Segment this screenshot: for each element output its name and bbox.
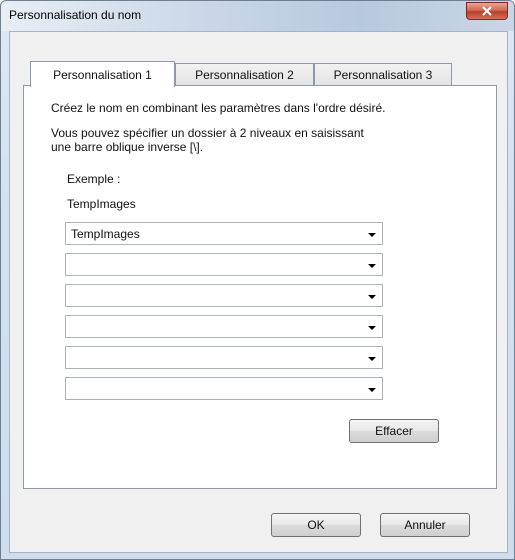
tab-personnalisation-2[interactable]: Personnalisation 2 bbox=[175, 63, 314, 85]
dialog-window: Personnalisation du nom Personnalisation… bbox=[0, 0, 515, 560]
tab-personnalisation-1[interactable]: Personnalisation 1 bbox=[30, 61, 175, 87]
name-part-dropdown-2[interactable] bbox=[65, 253, 383, 276]
tab-label: Personnalisation 3 bbox=[333, 67, 433, 82]
name-part-dropdown-6[interactable] bbox=[65, 377, 383, 400]
example-value: TempImages bbox=[67, 197, 136, 211]
chevron-down-icon bbox=[368, 233, 376, 237]
instruction-text: Créez le nom en combinant les paramètres… bbox=[51, 101, 386, 115]
name-part-dropdown-4[interactable] bbox=[65, 315, 383, 338]
chevron-down-icon bbox=[368, 357, 376, 361]
name-part-dropdown-5[interactable] bbox=[65, 346, 383, 369]
chevron-down-icon bbox=[368, 295, 376, 299]
tab-label: Personnalisation 1 bbox=[53, 67, 152, 82]
ok-button[interactable]: OK bbox=[271, 513, 361, 537]
title-bar[interactable]: Personnalisation du nom bbox=[1, 1, 514, 31]
dropdown-value: TempImages bbox=[71, 227, 140, 241]
name-part-dropdown-1[interactable]: TempImages bbox=[65, 222, 383, 245]
hint-text-line2: une barre oblique inverse [\]. bbox=[51, 140, 204, 154]
example-label: Exemple : bbox=[67, 172, 121, 186]
hint-text-line1: Vous pouvez spécifier un dossier à 2 niv… bbox=[51, 126, 364, 140]
close-icon bbox=[482, 6, 492, 16]
clear-button[interactable]: Effacer bbox=[349, 419, 439, 443]
chevron-down-icon bbox=[368, 388, 376, 392]
tab-label: Personnalisation 2 bbox=[195, 67, 294, 82]
window-title: Personnalisation du nom bbox=[9, 8, 142, 22]
close-button[interactable] bbox=[466, 2, 508, 20]
chevron-down-icon bbox=[368, 326, 376, 330]
chevron-down-icon bbox=[368, 264, 376, 268]
tab-personnalisation-3[interactable]: Personnalisation 3 bbox=[314, 63, 452, 85]
name-part-dropdown-3[interactable] bbox=[65, 284, 383, 307]
cancel-button[interactable]: Annuler bbox=[380, 513, 470, 537]
